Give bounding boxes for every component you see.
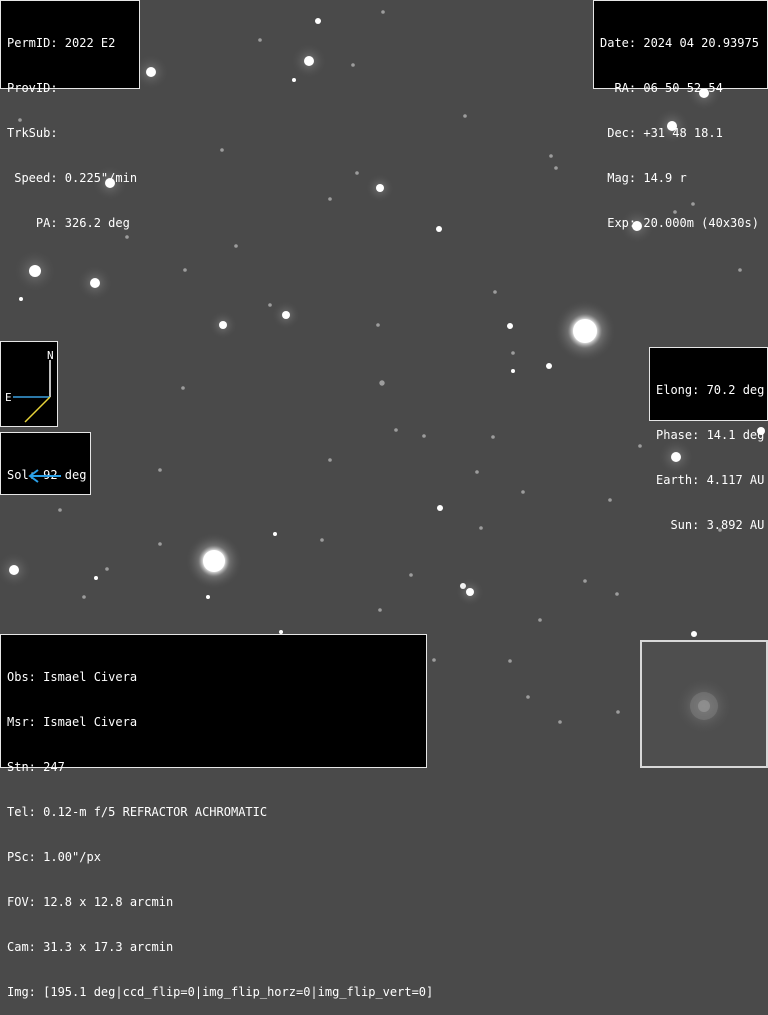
star: [493, 290, 497, 294]
earth-line: Earth: 4.117 AU: [656, 473, 765, 487]
star: [409, 573, 413, 577]
star: [507, 323, 513, 329]
date-line: Date: 2024 04 20.93975: [600, 36, 759, 50]
star: [328, 197, 332, 201]
star: [558, 720, 562, 724]
object-info-panel: PermID: 2022 E2 ProvID: TrkSub: Speed: 0…: [0, 0, 140, 230]
psc-line: PSc: 1.00"/px: [7, 850, 101, 864]
star: [479, 526, 483, 530]
motion-direction-icon: [24, 396, 51, 423]
star: [206, 595, 210, 599]
speed-line: Speed: 0.225"/min: [7, 171, 138, 185]
exp-line: Exp: 20.000m (40x30s): [600, 216, 759, 230]
compass-box: N E: [0, 341, 58, 427]
mag-line: Mag: 14.9 r: [600, 171, 687, 185]
star: [158, 542, 162, 546]
star: [351, 63, 355, 67]
fov-line: FOV: 12.8 x 12.8 arcmin: [7, 895, 174, 909]
star: [638, 444, 642, 448]
star: [183, 268, 187, 272]
cam-line: Cam: 31.3 x 17.3 arcmin: [7, 940, 174, 954]
star: [615, 592, 619, 596]
star: [258, 38, 262, 42]
star: [549, 154, 553, 158]
geometry-info-panel: Elong: 70.2 deg Phase: 14.1 deg Earth: 4…: [649, 347, 768, 532]
observation-info-panel: Date: 2024 04 20.93975 RA: 06 50 52.54 D…: [593, 0, 768, 230]
permid-line: PermID: 2022 E2: [7, 36, 116, 50]
observer-info-panel: Obs: Ismael Civera Msr: Ismael Civera St…: [0, 634, 433, 999]
star: [203, 550, 225, 572]
star: [394, 428, 398, 432]
sun-direction-panel: Sol: 92 deg: [0, 432, 91, 495]
star: [381, 10, 385, 14]
star: [378, 608, 382, 612]
star: [94, 576, 98, 580]
star: [273, 532, 277, 536]
star: [315, 18, 321, 24]
star: [691, 631, 697, 637]
ra-line: RA: 06 50 52.54: [600, 81, 723, 95]
star: [511, 351, 515, 355]
obs-line: Obs: Ismael Civera: [7, 670, 138, 684]
star: [511, 369, 515, 373]
star: [583, 579, 587, 583]
star: [376, 184, 384, 192]
dec-line: Dec: +31 48 18.1: [600, 126, 723, 140]
star: [475, 470, 479, 474]
star: [463, 114, 467, 118]
tel-line: Tel: 0.12-m f/5 REFRACTOR ACHROMATIC: [7, 805, 268, 819]
star: [491, 435, 495, 439]
star: [29, 265, 41, 277]
star: [526, 695, 530, 699]
star: [219, 321, 227, 329]
target-zoom-thumbnail: [640, 640, 768, 768]
star: [9, 565, 19, 575]
star: [19, 297, 23, 301]
star: [328, 458, 332, 462]
star: [376, 323, 380, 327]
star: [738, 268, 742, 272]
msr-line: Msr: Ismael Civera: [7, 715, 138, 729]
star: [220, 148, 224, 152]
star: [304, 56, 314, 66]
star: [432, 658, 436, 662]
star: [181, 386, 185, 390]
star: [146, 67, 156, 77]
star: [422, 434, 426, 438]
provid-line: ProvID:: [7, 81, 58, 95]
star: [355, 171, 359, 175]
phase-line: Phase: 14.1 deg: [656, 428, 765, 442]
star: [436, 226, 442, 232]
pa-line: PA: 326.2 deg: [7, 216, 130, 230]
star: [105, 567, 109, 571]
sun-direction-arrow-icon: [28, 469, 61, 483]
star: [508, 659, 512, 663]
north-label: N: [47, 349, 54, 362]
sun-line: Sun: 3.892 AU: [656, 518, 765, 532]
star: [608, 498, 612, 502]
star: [616, 710, 620, 714]
star: [554, 166, 558, 170]
star: [546, 363, 552, 369]
star: [90, 278, 100, 288]
elong-line: Elong: 70.2 deg: [656, 383, 765, 397]
trksub-line: TrkSub:: [7, 126, 58, 140]
star: [234, 244, 238, 248]
star: [292, 78, 296, 82]
east-label: E: [5, 391, 12, 404]
star: [320, 538, 324, 542]
star: [521, 490, 525, 494]
star: [379, 380, 385, 386]
star: [538, 618, 542, 622]
star: [268, 303, 272, 307]
star: [158, 468, 162, 472]
star: [82, 595, 86, 599]
star: [437, 505, 443, 511]
star: [282, 311, 290, 319]
star: [466, 588, 474, 596]
img-line: Img: [195.1 deg|ccd_flip=0|img_flip_horz…: [7, 985, 434, 999]
star: [573, 319, 597, 343]
